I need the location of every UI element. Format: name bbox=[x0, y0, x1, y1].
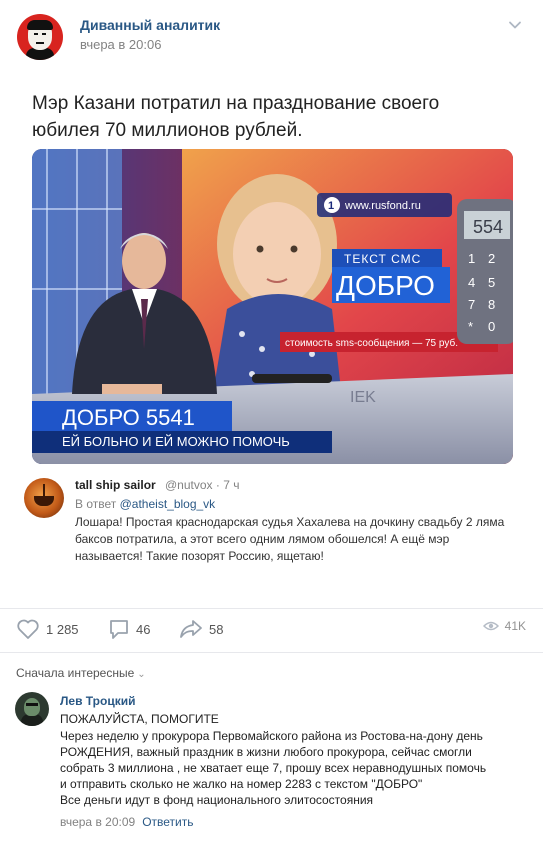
tweet-reply-to: В ответ @atheist_blog_vk bbox=[75, 497, 215, 511]
tweet-handle: @nutvox · 7 ч bbox=[165, 478, 240, 492]
phone-key: 5 bbox=[488, 275, 495, 290]
comment-icon bbox=[110, 620, 128, 639]
desk-text: IEK bbox=[350, 389, 376, 406]
tweet-text: Лошара! Простая краснодарская судья Хаха… bbox=[75, 515, 505, 563]
tweet-avatar[interactable] bbox=[24, 478, 64, 518]
heart-icon bbox=[17, 619, 39, 639]
phone-key: * bbox=[468, 319, 473, 334]
comment-count: 46 bbox=[136, 621, 151, 637]
post-header: Диванный аналитик вчера в 20:06 bbox=[0, 0, 543, 70]
comment-line: Через неделю у прокурора Первомайского р… bbox=[60, 729, 483, 743]
comment-time[interactable]: вчера в 20:09 bbox=[60, 815, 135, 829]
reply-button[interactable]: Ответить bbox=[142, 815, 193, 829]
tweet-author-name[interactable]: tall ship sailor bbox=[75, 478, 156, 492]
post-video-thumbnail[interactable]: 1 www.rusfond.ru ТЕКСТ СМС ДОБРО стоимос… bbox=[32, 149, 513, 464]
phone-key: 2 bbox=[488, 251, 495, 266]
share-arrow-icon bbox=[180, 620, 202, 638]
tweet-reply-prefix: В ответ bbox=[75, 497, 117, 511]
commenter-avatar[interactable] bbox=[15, 692, 49, 726]
svg-text:1: 1 bbox=[328, 200, 334, 212]
like-button[interactable]: 1 285 bbox=[16, 618, 79, 640]
comments-sort-label: Сначала интересные bbox=[16, 666, 135, 680]
phone-key: 8 bbox=[488, 297, 495, 312]
phone-display: 554 bbox=[473, 217, 503, 237]
like-count: 1 285 bbox=[46, 621, 79, 637]
sms-cost: стоимость sms-сообщения — 75 руб. bbox=[285, 337, 458, 349]
chevron-down-icon[interactable] bbox=[508, 18, 522, 32]
author-avatar[interactable] bbox=[17, 14, 63, 60]
repost-tweet[interactable]: tall ship sailor @nutvox · 7 ч В ответ @… bbox=[24, 472, 514, 572]
phone-key: 0 bbox=[488, 319, 495, 334]
comment-line: собрать 3 миллиона , не хватает еще 7, п… bbox=[60, 761, 487, 775]
phone-key: 4 bbox=[468, 275, 475, 290]
sms-word: ДОБРО bbox=[336, 270, 435, 301]
share-count: 58 bbox=[209, 621, 224, 637]
commenter-name[interactable]: Лев Троцкий bbox=[60, 694, 135, 708]
phone-key: 1 bbox=[468, 251, 475, 266]
chevron-down-icon: ⌄ bbox=[137, 669, 146, 680]
comment-line: РОЖДЕНИЯ, важный праздник в жизни любого… bbox=[60, 745, 472, 759]
comment-title: ПОЖАЛУЙСТА, ПОМОГИТЕ bbox=[60, 712, 219, 726]
comment-text: Через неделю у прокурора Первомайского р… bbox=[60, 728, 530, 808]
post-actions-bar: 1 285 46 58 41K bbox=[0, 608, 543, 648]
lower-third-sub: ЕЙ БОЛЬНО И ЕЙ МОЖНО ПОМОЧЬ bbox=[62, 434, 290, 449]
share-button[interactable]: 58 bbox=[179, 618, 223, 640]
tweet-reply-link[interactable]: @atheist_blog_vk bbox=[120, 497, 216, 511]
views-count: 41K bbox=[504, 619, 526, 633]
comment-meta: вчера в 20:09 Ответить bbox=[60, 815, 193, 829]
eye-icon bbox=[482, 621, 499, 631]
tv-broadcast-frame: 1 www.rusfond.ru ТЕКСТ СМС ДОБРО стоимос… bbox=[32, 149, 513, 464]
channel-url: www.rusfond.ru bbox=[344, 200, 421, 212]
sms-label: ТЕКСТ СМС bbox=[344, 252, 421, 266]
post-text: Мэр Казани потратил на празднование свое… bbox=[32, 93, 440, 141]
comment-line: и отправить сколько не жалко на номер 22… bbox=[60, 777, 423, 791]
post-time[interactable]: вчера в 20:06 bbox=[80, 37, 161, 52]
phone-key: 7 bbox=[468, 297, 475, 312]
comment-line: Все деньги идут в фонд национального эли… bbox=[60, 793, 374, 807]
lower-third-title: ДОБРО 5541 bbox=[62, 405, 195, 430]
author-name[interactable]: Диванный аналитик bbox=[80, 17, 220, 33]
comment-button[interactable]: 46 bbox=[108, 618, 150, 640]
comments-sort-dropdown[interactable]: Сначала интересные ⌄ bbox=[0, 652, 543, 680]
views-counter: 41K bbox=[482, 619, 526, 633]
